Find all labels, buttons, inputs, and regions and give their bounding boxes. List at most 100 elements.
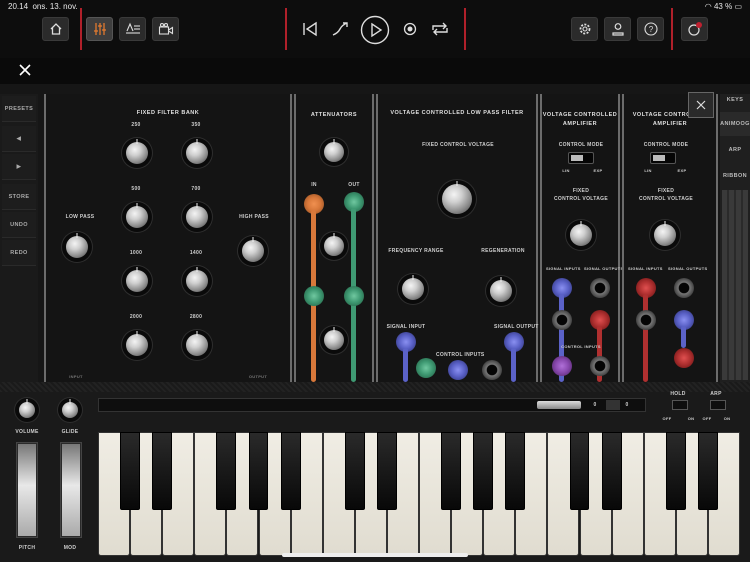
text-editor-icon <box>125 22 140 34</box>
freq-label: 2000 <box>129 314 143 320</box>
blue-patch-cable[interactable] <box>511 348 516 382</box>
settings-button[interactable] <box>571 17 598 41</box>
blue-patch-cable[interactable] <box>681 326 686 348</box>
black-key[interactable] <box>473 432 494 510</box>
black-key[interactable] <box>280 432 301 510</box>
camera-button[interactable] <box>152 17 179 41</box>
control-input-jack[interactable] <box>482 360 502 380</box>
next-preset-button[interactable]: ▶ <box>2 154 36 180</box>
user-button[interactable] <box>604 17 631 41</box>
text-editor-button[interactable] <box>119 17 146 41</box>
store-button[interactable]: STORE <box>2 184 36 210</box>
curve-button[interactable] <box>330 15 350 43</box>
arp-switch[interactable] <box>710 400 726 410</box>
ribbon-toggle[interactable] <box>606 400 620 410</box>
mini-keyboard-preview[interactable] <box>722 190 748 380</box>
close-bar <box>0 58 750 84</box>
attenuators-module: ATTENUATORS IN OUT <box>294 94 374 382</box>
green-patch-plug[interactable] <box>344 286 364 306</box>
record-icon <box>403 22 417 36</box>
redo-button[interactable]: REDO <box>2 240 36 266</box>
mixer-button[interactable] <box>86 17 113 41</box>
purple-patch-plug[interactable] <box>552 356 572 376</box>
black-key[interactable] <box>344 432 365 510</box>
filter-knob-250[interactable] <box>126 142 148 164</box>
arp-tab[interactable]: ARP <box>720 138 750 162</box>
black-key[interactable] <box>505 432 526 510</box>
ribbon-slider-handle[interactable] <box>537 401 581 409</box>
presets-button[interactable]: PRESETS <box>2 96 36 122</box>
black-key[interactable] <box>569 432 590 510</box>
filter-knob-1000[interactable] <box>126 270 148 292</box>
status-time: 20.14 ons. 13. nov. <box>8 2 78 11</box>
fixed-control-voltage-knob[interactable] <box>442 184 472 214</box>
attenuator-knob[interactable] <box>324 236 344 256</box>
filter-knob-2800[interactable] <box>186 334 208 356</box>
record-button[interactable] <box>401 15 419 43</box>
attenuator-knob[interactable] <box>324 330 344 350</box>
home-button[interactable] <box>42 17 69 41</box>
signal-output-jack[interactable] <box>674 278 694 298</box>
home-indicator <box>282 553 468 557</box>
filter-knob-1400[interactable] <box>186 270 208 292</box>
mod-wheel[interactable] <box>62 444 80 536</box>
freq-label: 500 <box>131 186 141 192</box>
black-key[interactable] <box>601 432 622 510</box>
green-patch-plug[interactable] <box>416 358 436 378</box>
attenuator-knob[interactable] <box>324 142 344 162</box>
frequency-range-knob[interactable] <box>402 278 424 300</box>
signal-inputs-label: SIGNAL INPUTS <box>628 266 663 271</box>
red-patch-cable[interactable] <box>643 294 648 382</box>
freq-label: 350 <box>191 122 201 128</box>
close-button[interactable] <box>18 63 32 77</box>
undo-button[interactable]: UNDO <box>2 212 36 238</box>
notification-button[interactable] <box>681 17 708 41</box>
control-input-jack[interactable] <box>590 356 610 376</box>
regeneration-knob[interactable] <box>490 280 512 302</box>
control-mode-switch[interactable] <box>650 152 676 164</box>
filter-knob-350[interactable] <box>186 142 208 164</box>
loop-button[interactable] <box>428 15 452 43</box>
lin-label: LIN <box>644 168 652 173</box>
filter-knob-700[interactable] <box>186 206 208 228</box>
vca-level-knob[interactable] <box>570 224 592 246</box>
help-button[interactable]: ? <box>637 17 664 41</box>
black-key[interactable] <box>441 432 462 510</box>
black-key[interactable] <box>697 432 718 510</box>
control-mode-switch[interactable] <box>568 152 594 164</box>
wifi-icon: ◠ <box>704 2 712 11</box>
close-icon <box>19 64 31 76</box>
black-key[interactable] <box>216 432 237 510</box>
ribbon-tab[interactable]: RIBBON <box>720 164 750 188</box>
signal-output-jack[interactable] <box>590 278 610 298</box>
black-key[interactable] <box>152 432 173 510</box>
toolbar-separator <box>285 8 287 50</box>
filter-knob-500[interactable] <box>126 206 148 228</box>
low-pass-knob[interactable] <box>66 236 88 258</box>
module-title: VOLTAGE CONTROLLED <box>542 112 618 118</box>
black-key[interactable] <box>120 432 141 510</box>
vca-level-knob[interactable] <box>654 224 676 246</box>
signal-input-jack[interactable] <box>636 310 656 330</box>
signal-input-jack[interactable] <box>552 310 572 330</box>
red-patch-plug[interactable] <box>674 348 694 368</box>
glide-knob[interactable] <box>62 402 78 418</box>
high-pass-knob[interactable] <box>242 240 264 262</box>
animoog-tab[interactable]: ANIMOOG <box>720 112 750 136</box>
black-key[interactable] <box>665 432 686 510</box>
volume-knob[interactable] <box>19 402 35 418</box>
hold-switch[interactable] <box>672 400 688 410</box>
play-button[interactable] <box>358 15 392 45</box>
blue-patch-cable[interactable] <box>403 348 408 382</box>
filter-knob-2000[interactable] <box>126 334 148 356</box>
close-module-button[interactable] <box>688 92 714 118</box>
pitch-wheel[interactable] <box>18 444 36 536</box>
black-key[interactable] <box>376 432 397 510</box>
skip-back-button[interactable] <box>300 15 320 43</box>
blue-patch-plug[interactable] <box>448 360 468 380</box>
previous-preset-button[interactable]: ◀ <box>2 126 36 152</box>
black-key[interactable] <box>248 432 269 510</box>
keys-tab[interactable]: KEYS <box>720 88 750 112</box>
freq-label: 2800 <box>189 314 203 320</box>
green-patch-plug[interactable] <box>304 286 324 306</box>
